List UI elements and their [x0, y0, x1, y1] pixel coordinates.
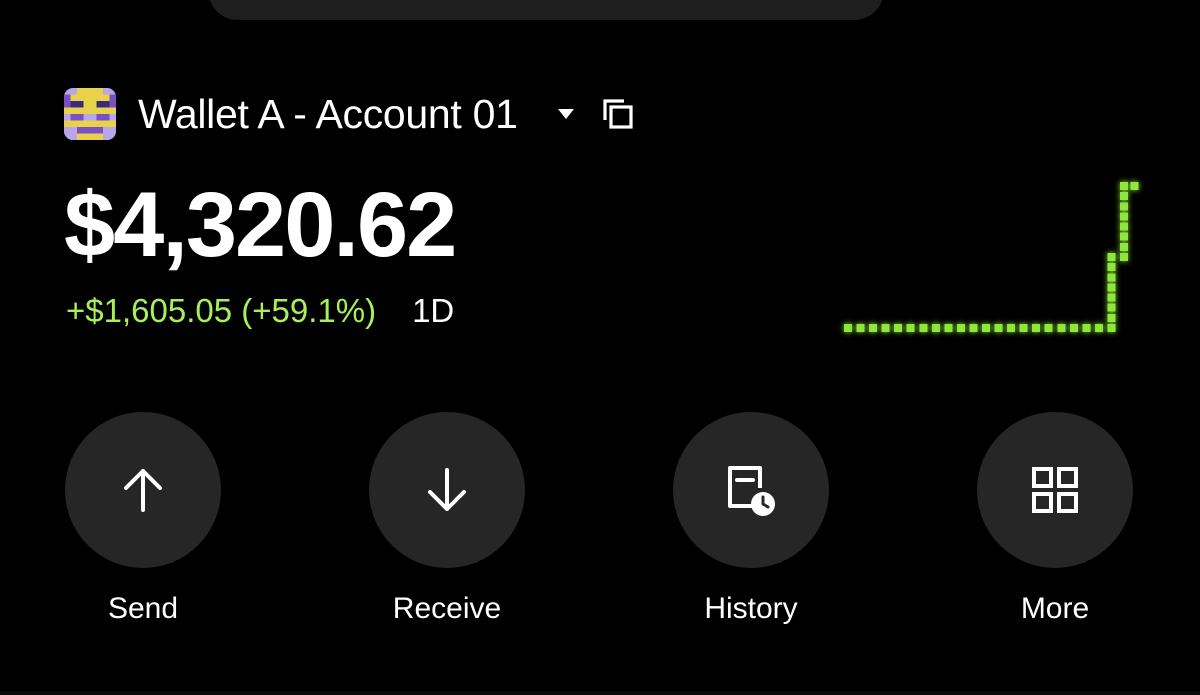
sparkline-point [994, 324, 1003, 332]
sparkline-point [1094, 324, 1103, 332]
wallet-name[interactable]: Wallet A - Account 01 [138, 91, 518, 138]
sparkline-point [1107, 324, 1116, 332]
send-circle[interactable] [65, 412, 221, 568]
sparkline-point [856, 324, 865, 332]
balance-sparkline-chart [844, 182, 1139, 332]
sparkline-point [1032, 324, 1041, 332]
history-clock-icon [728, 466, 775, 516]
balance-change: +$1,605.05 (+59.1%) [66, 292, 377, 329]
more-circle[interactable] [977, 412, 1133, 568]
copy-icon [603, 99, 633, 129]
sparkline-point [1057, 324, 1066, 332]
sparkline-point [1007, 324, 1016, 332]
wallet-header: Wallet A - Account 01 [64, 88, 640, 140]
sparkline-point [1107, 303, 1116, 312]
sparkline-point [931, 324, 940, 332]
sparkline-point [944, 324, 953, 332]
sparkline-point [1069, 324, 1078, 332]
sparkline-point [906, 324, 915, 332]
more-button[interactable]: More [975, 412, 1135, 626]
balance-change-row: +$1,605.05 (+59.1%) 1D [66, 292, 454, 330]
history-button[interactable]: History [671, 412, 831, 626]
sparkline-point [982, 324, 990, 332]
sparkline-point [1044, 324, 1053, 332]
sparkline-point [1019, 324, 1028, 332]
sparkline-point [1082, 324, 1091, 332]
sparkline-point [1107, 263, 1116, 272]
sparkline-point [1120, 222, 1128, 231]
sparkline-point [1107, 273, 1116, 282]
sparkline-point [844, 324, 852, 332]
sparkline-point [1120, 212, 1128, 221]
send-label: Send [107, 592, 179, 625]
sparkline-point [1107, 313, 1116, 322]
sparkline-point [956, 324, 965, 332]
sparkline-point [869, 324, 878, 332]
arrow-down-icon [428, 468, 466, 511]
receive-button[interactable]: Receive [367, 412, 527, 626]
history-label: History [704, 592, 798, 625]
arrow-up-icon [124, 469, 162, 512]
grid-icon [1032, 467, 1078, 513]
sparkline-point [894, 324, 903, 332]
sparkline-point [1120, 202, 1128, 211]
copy-address-button[interactable] [596, 92, 640, 136]
bottom-edge [0, 691, 1200, 695]
send-button[interactable]: Send [63, 412, 223, 626]
sparkline-point [1120, 182, 1128, 190]
sparkline-point [1120, 192, 1128, 201]
sparkline-point [1107, 283, 1116, 292]
receive-label: Receive [392, 592, 502, 625]
sparkline-point [919, 324, 928, 332]
top-pill [208, 0, 884, 20]
sparkline-point [969, 324, 978, 332]
receive-circle[interactable] [369, 412, 525, 568]
more-label: More [1020, 592, 1090, 625]
caret-down-icon [557, 109, 574, 119]
sparkline-point [1107, 293, 1116, 302]
history-circle[interactable] [673, 412, 829, 568]
sparkline-point [1120, 253, 1128, 261]
period-selector[interactable]: 1D [412, 292, 454, 330]
sparkline-point [1120, 232, 1128, 241]
sparkline-point [1120, 242, 1128, 251]
balance-amount: $4,320.62 [64, 174, 457, 276]
pixel-avatar-icon [64, 88, 116, 140]
sparkline-point [881, 324, 890, 332]
sparkline-point [1130, 182, 1139, 190]
sparkline-point [1107, 253, 1116, 261]
wallet-dropdown[interactable] [548, 96, 584, 132]
